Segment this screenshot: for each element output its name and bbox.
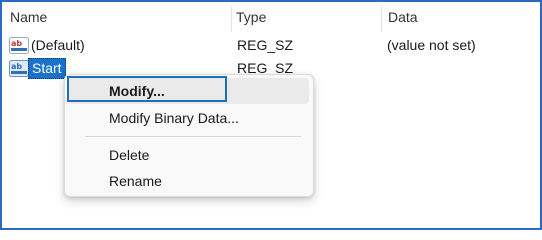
value-name-selected[interactable]: Start (28, 58, 66, 79)
svg-text:ab: ab (11, 39, 22, 48)
context-menu: Modify... Modify Binary Data... Delete R… (64, 74, 314, 197)
menu-item-modify-binary-data[interactable]: Modify Binary Data... (69, 105, 309, 131)
string-value-icon: ab (9, 60, 29, 77)
column-divider[interactable] (381, 6, 382, 32)
menu-item-rename[interactable]: Rename (69, 168, 309, 194)
value-name-cell: Start (28, 57, 66, 79)
column-header: Name Type Data (2, 2, 540, 32)
menu-item-modify[interactable]: Modify... (69, 78, 309, 104)
string-value-icon: ab (9, 37, 29, 54)
column-header-type[interactable]: Type (236, 2, 266, 32)
column-header-name[interactable]: Name (10, 2, 47, 32)
menu-item-delete[interactable]: Delete (69, 142, 309, 168)
value-data: (value not set) (387, 37, 476, 53)
value-type: REG_SZ (237, 37, 294, 53)
menu-separator (85, 136, 301, 137)
value-name: (Default) (31, 37, 85, 53)
column-divider[interactable] (231, 6, 232, 32)
table-row[interactable]: ab (Default) REG_SZ (value not set) (2, 34, 540, 56)
column-header-data[interactable]: Data (388, 2, 418, 32)
svg-text:ab: ab (11, 62, 22, 71)
